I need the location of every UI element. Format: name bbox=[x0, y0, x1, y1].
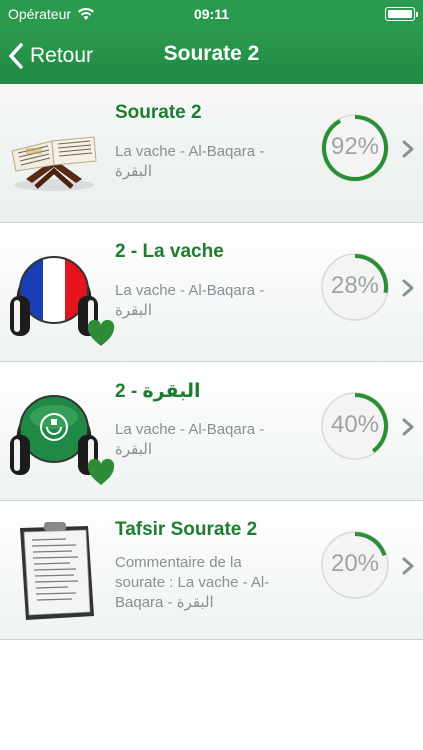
item-subtitle: La vache - Al-Baqara - البقرة bbox=[115, 281, 305, 321]
chevron-right-icon bbox=[402, 140, 414, 158]
list-item[interactable]: Tafsir Sourate 2 Commentaire de la soura… bbox=[0, 501, 423, 640]
page-title: Sourate 2 bbox=[163, 42, 260, 65]
subtitle-line: La vache - Al-Baqara - bbox=[115, 421, 265, 438]
favorite-heart-icon bbox=[87, 319, 115, 346]
battery-icon bbox=[385, 7, 418, 21]
item-title: 2 - La vache bbox=[115, 241, 224, 262]
progress-ring: 28% bbox=[318, 250, 392, 324]
status-bar: Opérateur 09:11 bbox=[0, 0, 423, 28]
app-screen: Opérateur 09:11 Retour Sourate 2 Sourate… bbox=[0, 0, 423, 750]
navigation-bar: Retour Sourate 2 bbox=[0, 28, 423, 84]
chevron-right-icon bbox=[402, 279, 414, 297]
progress-percent: 20% bbox=[330, 550, 380, 577]
clipboard-document-icon bbox=[20, 522, 94, 620]
list-item[interactable]: 2 - La vache La vache - Al-Baqara - البق… bbox=[0, 223, 423, 362]
subtitle-line: البقرة bbox=[115, 163, 152, 180]
status-time: 09:11 bbox=[193, 6, 230, 22]
favorite-heart-icon bbox=[87, 458, 115, 485]
item-subtitle: La vache - Al-Baqara - البقرة bbox=[115, 420, 305, 460]
progress-percent: 92% bbox=[330, 133, 380, 160]
quran-on-stand-icon bbox=[11, 136, 97, 191]
subtitle-line: Commentaire de la bbox=[115, 554, 242, 571]
subtitle-line: La vache - Al-Baqara - bbox=[115, 282, 265, 299]
subtitle-line: sourate : La vache - Al- bbox=[115, 574, 270, 591]
subtitle-line: Baqara - البقرة bbox=[115, 594, 214, 611]
episode-list: Sourate 2 La vache - Al-Baqara - البقرة … bbox=[0, 84, 423, 640]
item-subtitle: La vache - Al-Baqara - البقرة bbox=[115, 142, 305, 182]
subtitle-line: البقرة bbox=[115, 441, 152, 458]
list-item[interactable]: 2 - البقرة La vache - Al-Baqara - البقرة… bbox=[0, 362, 423, 501]
progress-percent: 28% bbox=[330, 272, 380, 299]
item-title: 2 - البقرة bbox=[115, 381, 201, 402]
progress-ring: 40% bbox=[318, 389, 392, 463]
chevron-right-icon bbox=[402, 557, 414, 575]
subtitle-line: البقرة bbox=[115, 302, 152, 319]
subtitle-line: La vache - Al-Baqara - bbox=[115, 143, 265, 160]
chevron-right-icon bbox=[402, 418, 414, 436]
list-item[interactable]: Sourate 2 La vache - Al-Baqara - البقرة … bbox=[0, 84, 423, 223]
progress-percent: 40% bbox=[330, 411, 380, 438]
item-subtitle: Commentaire de la sourate : La vache - A… bbox=[115, 553, 305, 613]
progress-ring: 20% bbox=[318, 528, 392, 602]
item-title: Tafsir Sourate 2 bbox=[115, 519, 258, 540]
item-title: Sourate 2 bbox=[115, 102, 202, 123]
progress-ring: 92% bbox=[318, 111, 392, 185]
